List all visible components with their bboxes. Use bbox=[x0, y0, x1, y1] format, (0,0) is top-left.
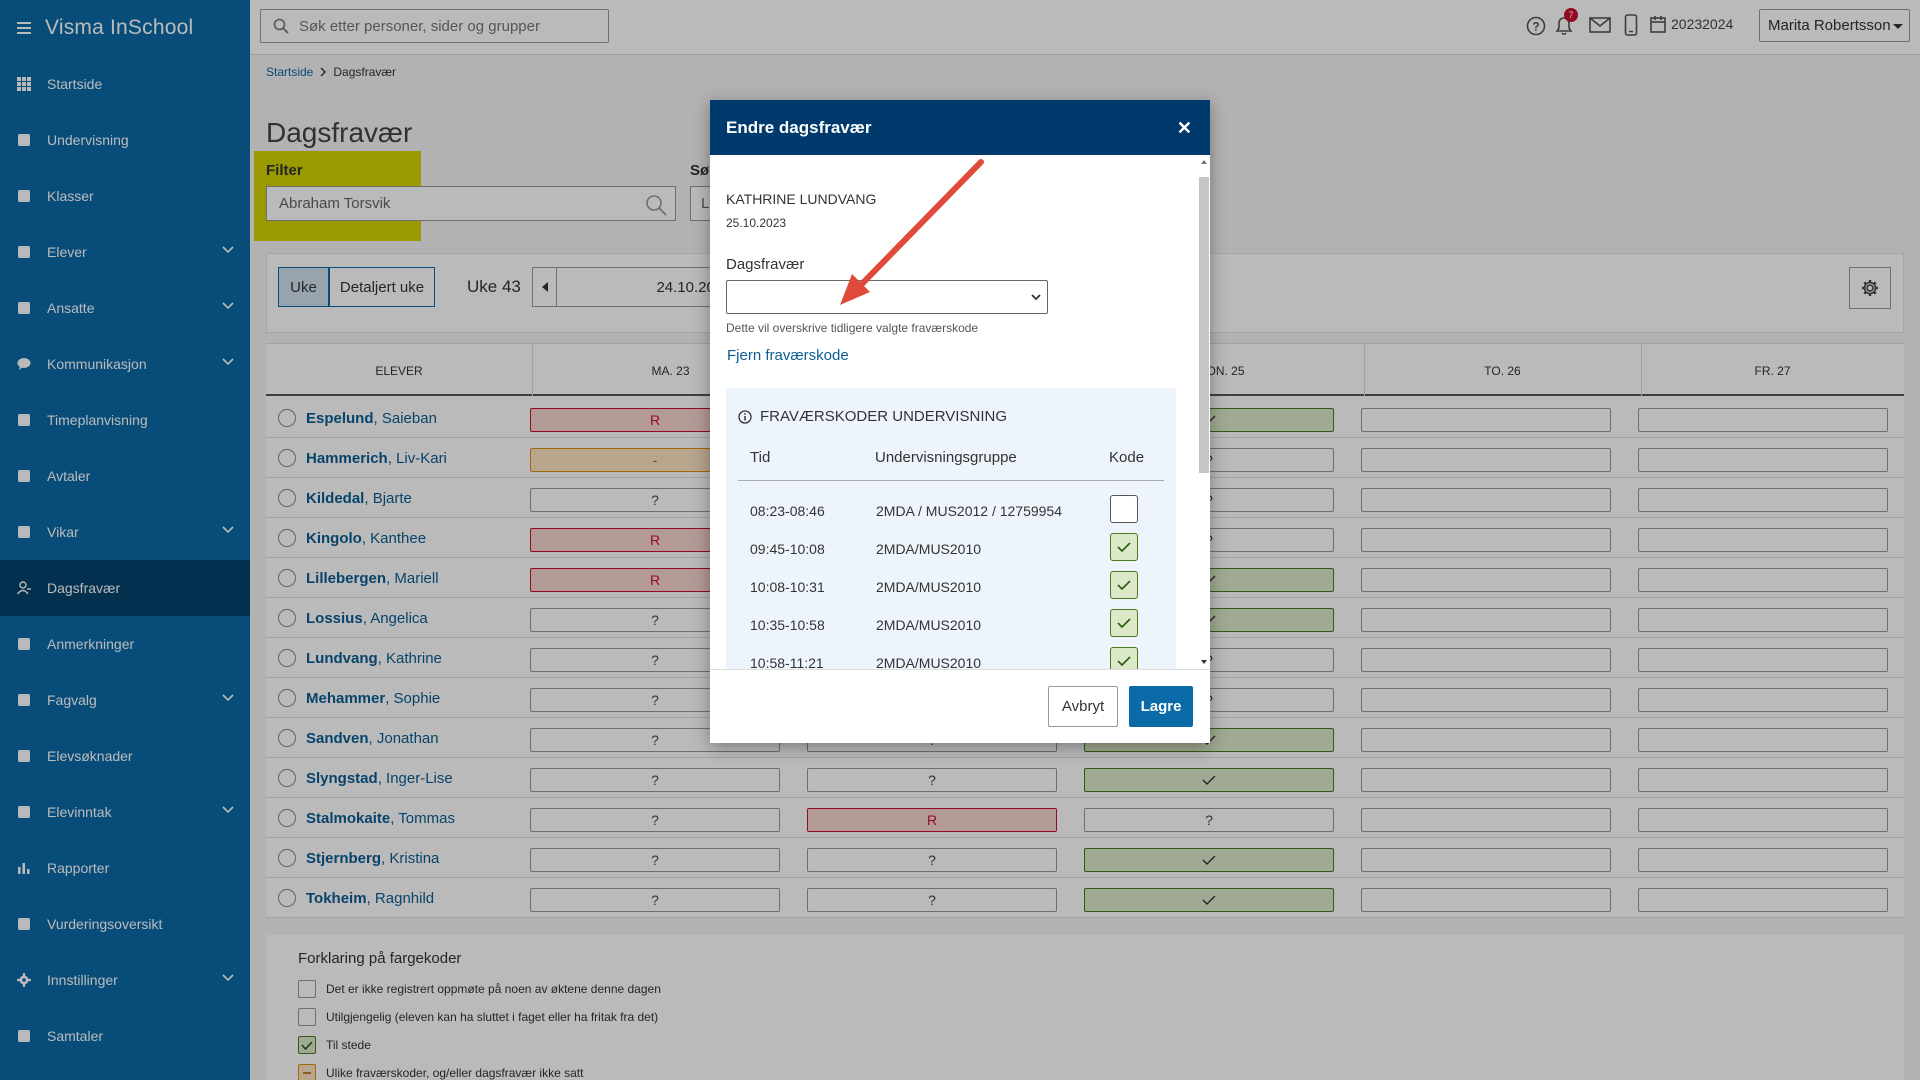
column-time: Tid bbox=[750, 449, 771, 466]
student-name: KATHRINE LUNDVANG bbox=[726, 191, 877, 207]
lesson-codes-title: FRAVÆRSKODER UNDERVISNING bbox=[738, 408, 1007, 425]
dialog-body: KATHRINE LUNDVANG 25.10.2023 Dagsfravær … bbox=[710, 155, 1210, 669]
column-code: Kode bbox=[1109, 449, 1145, 466]
dialog-footer: Avbryt Lagre bbox=[710, 669, 1210, 743]
lesson-time: 08:23-08:46 bbox=[750, 503, 825, 519]
lesson-codes-panel: FRAVÆRSKODER UNDERVISNING Tid Undervisni… bbox=[726, 388, 1176, 669]
check-icon bbox=[1117, 656, 1131, 666]
overwrite-hint: Dette vil overskrive tidligere valgte fr… bbox=[726, 321, 979, 335]
lesson-code-checkbox[interactable] bbox=[1110, 647, 1138, 669]
lesson-code-checkbox[interactable] bbox=[1110, 609, 1138, 637]
edit-day-absence-dialog: Endre dagsfravær ✕ KATHRINE LUNDVANG 25.… bbox=[710, 100, 1210, 743]
lesson-time: 09:45-10:08 bbox=[750, 541, 825, 557]
lesson-time: 10:08-10:31 bbox=[750, 579, 825, 595]
save-button[interactable]: Lagre bbox=[1129, 686, 1193, 727]
lesson-group: 2MDA/MUS2010 bbox=[876, 579, 982, 595]
lesson-row: 10:35-10:58 2MDA/MUS2010 bbox=[726, 606, 1176, 644]
info-icon bbox=[738, 409, 752, 424]
day-absence-label: Dagsfravær bbox=[726, 256, 805, 273]
lesson-code-checkbox[interactable] bbox=[1110, 533, 1138, 561]
lesson-time: 10:35-10:58 bbox=[750, 617, 825, 633]
lesson-group: 2MDA/MUS2010 bbox=[876, 655, 982, 669]
check-icon bbox=[1117, 542, 1131, 552]
absence-date: 25.10.2023 bbox=[726, 216, 787, 230]
column-group: Undervisningsgruppe bbox=[875, 449, 1017, 466]
day-absence-select[interactable] bbox=[726, 280, 1048, 314]
lesson-row: 09:45-10:08 2MDA/MUS2010 bbox=[726, 530, 1176, 568]
lesson-code-checkbox[interactable] bbox=[1110, 571, 1138, 599]
lesson-group: 2MDA/MUS2010 bbox=[876, 617, 982, 633]
cancel-button[interactable]: Avbryt bbox=[1048, 686, 1118, 727]
dialog-scrollbar[interactable] bbox=[1198, 157, 1210, 667]
lesson-group: 2MDA/MUS2010 bbox=[876, 541, 982, 557]
remove-absence-code-link[interactable]: Fjern fraværskode bbox=[727, 347, 849, 364]
chevron-down-icon bbox=[1031, 294, 1041, 301]
lesson-code-checkbox[interactable] bbox=[1110, 495, 1138, 523]
check-icon bbox=[1117, 580, 1131, 590]
check-icon bbox=[1117, 618, 1131, 628]
header-divider bbox=[738, 480, 1164, 481]
lesson-time: 10:58-11:21 bbox=[750, 655, 824, 669]
dialog-header: Endre dagsfravær bbox=[710, 100, 1210, 155]
dialog-title: Endre dagsfravær bbox=[726, 117, 872, 137]
lesson-group: 2MDA / MUS2012 / 12759954 bbox=[876, 503, 1063, 519]
lesson-codes-title-text: FRAVÆRSKODER UNDERVISNING bbox=[760, 408, 1007, 425]
lesson-row: 08:23-08:46 2MDA / MUS2012 / 12759954 bbox=[726, 492, 1176, 530]
lesson-row: 10:08-10:31 2MDA/MUS2010 bbox=[726, 568, 1176, 606]
close-icon[interactable]: ✕ bbox=[1177, 118, 1192, 139]
lesson-row: 10:58-11:21 2MDA/MUS2010 bbox=[726, 644, 1176, 669]
scrollbar-thumb[interactable] bbox=[1199, 177, 1209, 473]
